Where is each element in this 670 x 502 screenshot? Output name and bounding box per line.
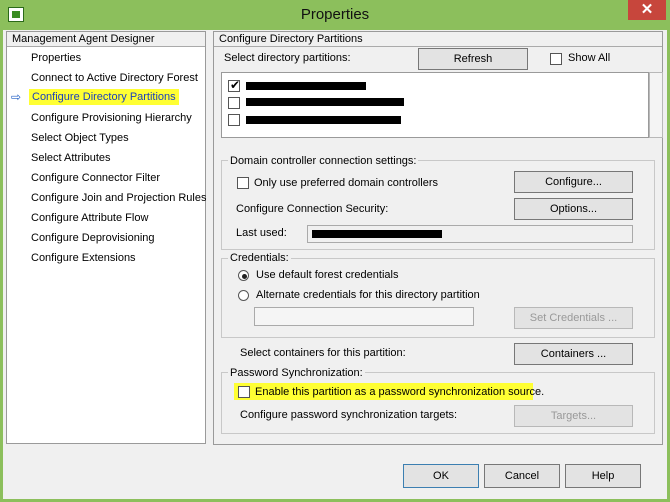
dc-connection-legend: Domain controller connection settings: xyxy=(228,155,419,167)
help-button[interactable]: Help xyxy=(565,464,641,488)
last-used-label: Last used: xyxy=(236,227,287,239)
options-button[interactable]: Options... xyxy=(514,198,633,220)
nav-item-connector-filter[interactable]: Configure Connector Filter xyxy=(31,170,160,186)
nav-item-configure-directory-partitions[interactable]: Configure Directory Partitions xyxy=(29,89,179,105)
pwd-sync-targets-label: Configure password synchronization targe… xyxy=(240,409,458,421)
password-sync-legend: Password Synchronization: xyxy=(228,367,365,379)
nav-item-extensions[interactable]: Configure Extensions xyxy=(31,250,136,266)
enable-pwd-sync-checkbox[interactable] xyxy=(238,386,250,398)
close-button[interactable]: ✕ xyxy=(628,0,666,20)
partition-name-redacted-2 xyxy=(246,98,404,106)
default-credentials-radio[interactable] xyxy=(238,270,249,281)
enable-pwd-sync-label: Enable this partition as a password sync… xyxy=(255,386,545,398)
show-all-checkbox[interactable] xyxy=(550,53,562,65)
configure-button[interactable]: Configure... xyxy=(514,171,633,193)
nav-item-connect-forest[interactable]: Connect to Active Directory Forest xyxy=(31,70,198,86)
nav-item-attribute-flow[interactable]: Configure Attribute Flow xyxy=(31,210,148,226)
containers-button[interactable]: Containers ... xyxy=(514,343,633,365)
partition-list-scrollbar[interactable] xyxy=(649,72,663,138)
nav-item-join-projection[interactable]: Configure Join and Projection Rules xyxy=(31,190,207,206)
nav-item-provisioning-hierarchy[interactable]: Configure Provisioning Hierarchy xyxy=(31,110,192,126)
alternate-credentials-field xyxy=(254,307,474,326)
last-used-redacted xyxy=(312,230,442,238)
ok-button[interactable]: OK xyxy=(403,464,479,488)
partition-name-redacted-3 xyxy=(246,116,401,124)
nav-item-select-attributes[interactable]: Select Attributes xyxy=(31,150,111,166)
nav-item-select-object-types[interactable]: Select Object Types xyxy=(31,130,129,146)
partition-checkbox-3[interactable] xyxy=(228,114,240,126)
nav-item-properties[interactable]: Properties xyxy=(31,50,81,66)
check-mark-icon: ✔ xyxy=(230,78,241,92)
connection-security-label: Configure Connection Security: xyxy=(236,203,389,215)
targets-button[interactable]: Targets... xyxy=(514,405,633,427)
partition-name-redacted-1 xyxy=(246,82,366,90)
set-credentials-button[interactable]: Set Credentials ... xyxy=(514,307,633,329)
last-used-field xyxy=(307,225,633,243)
alternate-credentials-label: Alternate credentials for this directory… xyxy=(256,289,480,301)
right-pane-header: Configure Directory Partitions xyxy=(214,32,662,47)
nav-item-deprovisioning[interactable]: Configure Deprovisioning xyxy=(31,230,155,246)
credentials-legend: Credentials: xyxy=(228,252,291,264)
show-all-label: Show All xyxy=(568,52,611,64)
title-bar[interactable]: Properties ✕ xyxy=(0,0,670,30)
alternate-credentials-radio[interactable] xyxy=(238,290,249,301)
preferred-dc-label: Only use preferred domain controllers xyxy=(254,177,439,189)
partition-list[interactable]: ✔ xyxy=(221,72,649,138)
preferred-dc-checkbox[interactable] xyxy=(237,177,249,189)
partition-checkbox-1[interactable]: ✔ xyxy=(228,78,241,92)
default-credentials-label: Use default forest credentials xyxy=(256,269,399,281)
partition-checkbox-2[interactable] xyxy=(228,97,240,109)
refresh-button[interactable]: Refresh xyxy=(418,48,528,70)
window-title: Properties xyxy=(300,6,370,23)
pane-splitter[interactable] xyxy=(206,31,213,444)
cancel-button[interactable]: Cancel xyxy=(484,464,560,488)
select-containers-label: Select containers for this partition: xyxy=(240,347,406,359)
select-partitions-label: Select directory partitions: xyxy=(224,52,351,64)
